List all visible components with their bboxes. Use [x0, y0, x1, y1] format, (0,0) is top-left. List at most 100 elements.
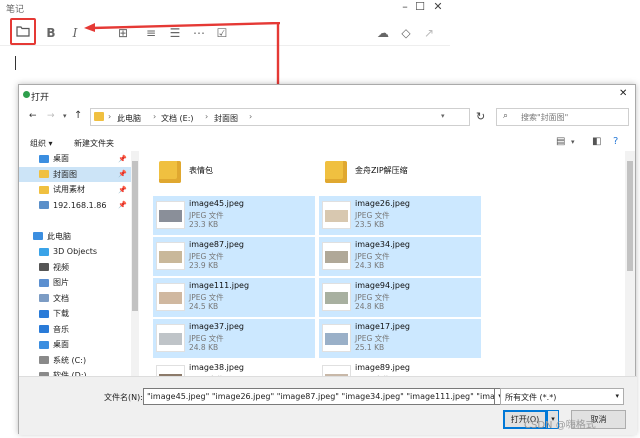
- file-size: 24.5 KB: [189, 302, 219, 311]
- filetype-dropdown-icon: ▾: [615, 392, 619, 400]
- watermark: CSDN @嗨格式: [524, 420, 596, 431]
- pin-icon: 📌: [118, 185, 127, 194]
- nav-item[interactable]: 视频: [19, 260, 131, 276]
- file-name: image111.jpeg: [189, 281, 250, 290]
- pin-icon: 📌: [118, 170, 127, 179]
- file-item[interactable]: image26.jpeg JPEG 文件 23.5 KB: [319, 196, 481, 235]
- file-item[interactable]: image89.jpegJPEG 文件: [319, 360, 481, 376]
- nav-item-label: 此电脑: [47, 231, 71, 241]
- nav-item-label: 文档: [53, 293, 69, 303]
- folder-name: 表情包: [189, 166, 213, 175]
- bold-icon[interactable]: B: [42, 24, 60, 42]
- file-item[interactable]: image34.jpeg JPEG 文件 24.3 KB: [319, 237, 481, 276]
- filetype-select[interactable]: 所有文件 (*.*) ▾: [500, 388, 624, 405]
- navigation-pane: 桌面 📌 封面图 📌 试用素材 📌 192.168.1.86 📌 此电脑 3D Objects 视频…: [19, 151, 131, 380]
- address-dropdown-icon[interactable]: ▾: [441, 112, 445, 120]
- folder-item[interactable]: 表情包: [153, 151, 315, 196]
- file-item[interactable]: image111.jpeg JPEG 文件 24.5 KB: [153, 278, 315, 317]
- organize-button[interactable]: 组织 ▾: [30, 138, 53, 149]
- file-item[interactable]: image94.jpeg JPEG 文件 24.8 KB: [319, 278, 481, 317]
- file-size: 23.5 KB: [355, 220, 385, 229]
- nav-item-label: 桌面: [53, 340, 69, 350]
- open-folder-icon[interactable]: [14, 24, 32, 42]
- filetype-value: 所有文件 (*.*): [505, 393, 557, 402]
- image-thumbnail: [322, 242, 351, 270]
- dialog-close-icon[interactable]: ✕: [619, 88, 627, 99]
- search-icon: ⌕: [503, 111, 509, 121]
- nav-item-label: 图片: [53, 278, 69, 288]
- file-item[interactable]: image17.jpeg JPEG 文件 25.1 KB: [319, 319, 481, 358]
- command-bar: 组织 ▾ 新建文件夹 ▤ ▾ ◧ ?: [19, 133, 637, 151]
- file-item[interactable]: image87.jpeg JPEG 文件 23.9 KB: [153, 237, 315, 276]
- nav-item-label: 桌面: [53, 154, 69, 164]
- tag-icon[interactable]: ◇: [397, 24, 415, 42]
- file-item[interactable]: image37.jpeg JPEG 文件 24.8 KB: [153, 319, 315, 358]
- folder-icon: [94, 112, 104, 121]
- annotation-arrow-left: [84, 22, 280, 32]
- breadcrumb-item[interactable]: 文档 (E:): [161, 113, 194, 124]
- image-thumbnail: [156, 324, 185, 352]
- filename-input[interactable]: "image45.jpeg" "image26.jpeg" "image87.j…: [143, 388, 495, 405]
- nav-item[interactable]: 此电脑: [19, 229, 131, 245]
- file-item[interactable]: image45.jpeg JPEG 文件 23.3 KB: [153, 196, 315, 235]
- breadcrumb-item[interactable]: 此电脑: [117, 113, 141, 124]
- nav-item[interactable]: 192.168.1.86 📌: [19, 198, 131, 214]
- help-icon[interactable]: ?: [613, 136, 618, 147]
- search-input[interactable]: 搜索"封面图": [496, 108, 629, 126]
- image-thumbnail: [322, 365, 351, 376]
- nav-item[interactable]: 图片: [19, 275, 131, 291]
- network-icon: [39, 201, 49, 210]
- folder-icon: [159, 161, 181, 183]
- nav-scrollbar[interactable]: [131, 151, 139, 376]
- preview-pane-icon[interactable]: ◧: [592, 136, 601, 147]
- folder-icon: [325, 161, 347, 183]
- app-title: 笔记: [6, 5, 25, 15]
- nav-item[interactable]: 文档: [19, 291, 131, 307]
- close-icon[interactable]: ✕: [428, 0, 448, 14]
- image-thumbnail: [322, 201, 351, 229]
- folder-item[interactable]: 金舟ZIP解压缩: [319, 151, 481, 196]
- nav-item[interactable]: 试用素材 📌: [19, 182, 131, 198]
- file-item[interactable]: image38.jpegJPEG 文件: [153, 360, 315, 376]
- nav-item[interactable]: 封面图 📌: [19, 166, 131, 182]
- breadcrumb-item[interactable]: 封面图: [214, 113, 238, 124]
- nav-item-label: 音乐: [53, 324, 69, 334]
- folder-icon: [39, 185, 49, 194]
- file-size: 24.8 KB: [355, 302, 385, 311]
- nav-item[interactable]: 3D Objects: [19, 244, 131, 260]
- address-bar[interactable]: › 此电脑 › 文档 (E:) › 封面图 › ▾: [90, 108, 470, 126]
- video-icon: [39, 263, 49, 272]
- file-name: image38.jpeg: [189, 363, 244, 372]
- recent-chevron-icon[interactable]: ▾: [63, 112, 67, 120]
- italic-icon[interactable]: I: [66, 24, 84, 42]
- upload-icon[interactable]: ☁: [374, 24, 392, 42]
- nav-item[interactable]: 下载: [19, 306, 131, 322]
- nav-item[interactable]: 系统 (C:): [19, 353, 131, 369]
- nav-item-label: 3D Objects: [53, 247, 98, 257]
- nav-item-label: 下载: [53, 309, 69, 319]
- share-icon[interactable]: ↗: [420, 24, 438, 42]
- back-icon[interactable]: ←: [29, 111, 37, 121]
- nav-item[interactable]: 桌面 📌: [19, 151, 131, 167]
- image-thumbnail: [156, 201, 185, 229]
- file-name: image89.jpeg: [355, 363, 410, 372]
- drive-icon: [39, 356, 49, 365]
- view-options-icon[interactable]: ▤: [556, 136, 565, 147]
- view-dropdown-icon[interactable]: ▾: [571, 138, 575, 146]
- image-thumbnail: [156, 242, 185, 270]
- image-thumbnail: [322, 283, 351, 311]
- open-file-dialog: 打开 ✕ ← → ▾ ↑ › 此电脑 › 文档 (E:) › 封面图 › ▾ ↻…: [18, 84, 637, 435]
- toolbar-divider: [0, 45, 450, 46]
- app-logo-icon: [23, 91, 30, 98]
- nav-item-label: 系统 (C:): [53, 355, 87, 365]
- maximize-icon[interactable]: ☐: [410, 0, 430, 14]
- file-scrollbar[interactable]: [625, 151, 635, 376]
- up-icon[interactable]: ↑: [74, 110, 82, 121]
- nav-item[interactable]: 桌面: [19, 337, 131, 353]
- refresh-icon[interactable]: ↻: [476, 110, 485, 123]
- forward-icon[interactable]: →: [47, 111, 55, 121]
- pictures-icon: [39, 278, 49, 287]
- new-folder-button[interactable]: 新建文件夹: [74, 138, 114, 149]
- nav-item[interactable]: 音乐: [19, 322, 131, 338]
